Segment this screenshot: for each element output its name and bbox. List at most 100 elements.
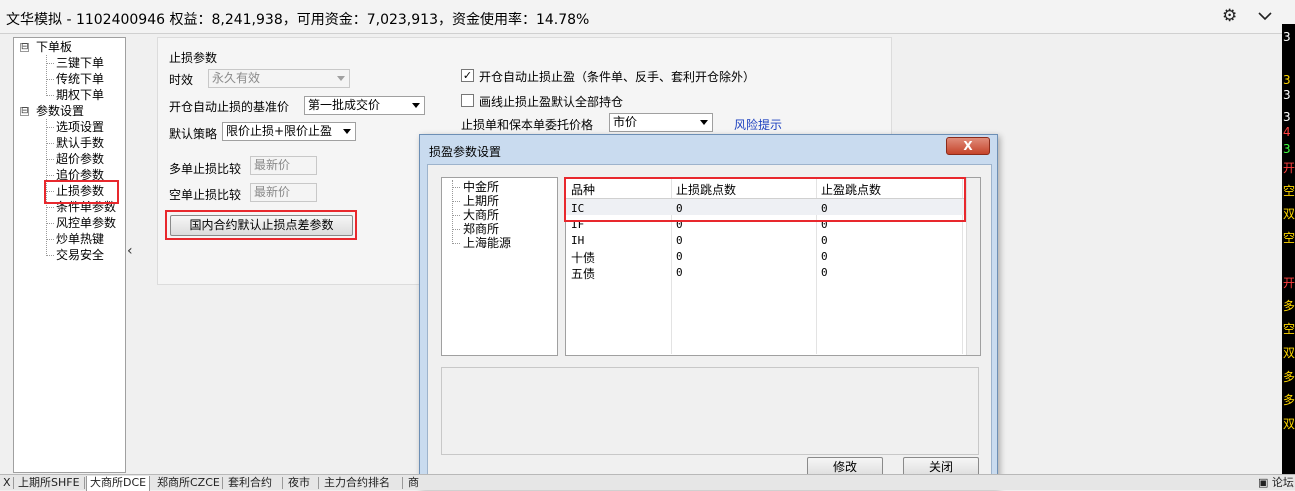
base-price-value: 第一批成交价 [308, 98, 381, 112]
strip-text: 3 [1283, 73, 1291, 87]
strip-text: 双 [1283, 207, 1295, 221]
tab-separator [402, 477, 403, 489]
tab-separator [282, 477, 283, 489]
tree-connector [46, 159, 54, 160]
tree-item-classic-order[interactable]: 传统下单 [56, 72, 104, 86]
exchange-item[interactable]: 郑商所 [463, 222, 499, 236]
strip-text: 3 [1283, 30, 1291, 44]
chevron-down-icon [343, 129, 351, 134]
strip-text: 双 [1283, 417, 1295, 431]
settings-tree: ⊟ 下单板 三键下单 传统下单 期权下单 ⊟ 参数设置 选项设置 默认手数 超价… [13, 37, 126, 473]
highlight-box [564, 177, 966, 222]
auto-stop-checkbox[interactable]: ✓ [461, 69, 474, 82]
order-price-label: 止损单和保本单委托价格 [461, 118, 594, 132]
default-strategy-value: 限价止损+限价止盈 [226, 124, 333, 138]
tab-shfe[interactable]: 上期所SHFE [18, 476, 80, 491]
strip-text: 双 [1283, 346, 1295, 360]
tree-toggle[interactable]: ⊟ [20, 43, 29, 52]
tree-connector [452, 243, 460, 244]
short-compare-label: 空单止损比较 [169, 188, 242, 202]
close-icon[interactable]: X [946, 137, 990, 155]
exchange-item[interactable]: 上海能源 [463, 236, 511, 250]
risk-hint-link[interactable]: 风险提示 [734, 116, 782, 133]
default-strategy-select[interactable]: 限价止损+限价止盈 [222, 122, 356, 141]
tree-item-options[interactable]: 选项设置 [56, 120, 104, 134]
tree-connector [46, 95, 54, 96]
tree-connector [46, 239, 54, 240]
quote-panel-edge: 3 3 3 3 4 3 开 空 双 空 开 多 空 双 多 多 双 [1282, 24, 1295, 474]
tree-connector [46, 55, 47, 96]
exchange-item[interactable]: 大商所 [463, 208, 499, 222]
default-strategy-label: 默认策略 [169, 127, 218, 141]
gear-icon[interactable]: ⚙ [1222, 7, 1240, 25]
tab-more[interactable]: 商 [408, 476, 419, 491]
tree-item-trade-security[interactable]: 交易安全 [56, 248, 104, 262]
collapse-panel-icon[interactable]: ‹ [127, 243, 133, 259]
strip-text: 开 [1283, 276, 1295, 290]
chevron-down-icon[interactable] [1257, 8, 1273, 24]
tree-item-over-price[interactable]: 超价参数 [56, 152, 104, 166]
tree-connector [452, 215, 460, 216]
tree-connector [452, 229, 460, 230]
tree-group-param-settings[interactable]: 参数设置 [36, 104, 84, 118]
auto-stop-label: 开仓自动止损止盈（条件单、反手、套利开仓除外） [479, 70, 756, 84]
stop-profit-dialog: 损盈参数设置 X 中金所 上期所 大商所 郑商所 上海能源 品种 止损跳点数 止… [419, 134, 998, 488]
tree-item-risk-control[interactable]: 风控单参数 [56, 216, 116, 230]
tab-separator [222, 477, 223, 489]
chat-icon: ▣ [1258, 476, 1269, 489]
tree-connector [46, 207, 54, 208]
highlight-box [165, 210, 357, 240]
tree-connector [452, 180, 453, 244]
validity-value: 永久有效 [212, 71, 261, 85]
tree-item-hotkeys[interactable]: 炒单热键 [56, 232, 104, 246]
tree-item-three-key-order[interactable]: 三键下单 [56, 56, 104, 70]
order-price-value: 市价 [613, 115, 638, 129]
vertical-scrollbar[interactable] [966, 178, 980, 355]
short-compare-field[interactable]: 最新价 [250, 183, 317, 202]
long-compare-field[interactable]: 最新价 [250, 156, 317, 175]
tab-separator [318, 477, 319, 489]
tab-main-ranking[interactable]: 主力合约排名 [324, 476, 390, 491]
strip-text: 4 [1283, 125, 1291, 139]
tab-czce[interactable]: 郑商所CZCE [157, 476, 220, 491]
tab-night-market[interactable]: 夜市 [288, 476, 310, 491]
base-price-select[interactable]: 第一批成交价 [304, 96, 425, 115]
validity-label: 时效 [169, 73, 194, 87]
tab-dce[interactable]: 大商所DCE [86, 476, 151, 491]
tree-connector [46, 255, 54, 256]
exchange-item[interactable]: 中金所 [463, 180, 499, 194]
tree-connector [46, 79, 54, 80]
tree-group-order-panel[interactable]: 下单板 [36, 40, 72, 54]
table-cell: IH [571, 234, 585, 247]
table-cell: 0 [821, 266, 828, 279]
forum-label: 论坛 [1271, 476, 1294, 489]
window-titlebar: 文华模拟 - 1102400946 权益：8,241,938，可用资金：7,02… [0, 0, 1295, 34]
dialog-body: 中金所 上期所 大商所 郑商所 上海能源 品种 止损跳点数 止盈跳点数 IC 0… [427, 164, 992, 482]
params-grid: 品种 止损跳点数 止盈跳点数 IC 0 0 IF 0 0 IH 0 0 十债 0… [564, 177, 981, 356]
strip-text: 3 [1283, 110, 1291, 124]
exchange-item[interactable]: 上期所 [463, 194, 499, 208]
draw-line-label: 画线止损止盈默认全部持仓 [479, 95, 624, 109]
table-cell: 0 [676, 234, 683, 247]
tree-connector [452, 187, 460, 188]
exchange-list: 中金所 上期所 大商所 郑商所 上海能源 [441, 177, 558, 356]
tab-arbitrage[interactable]: 套利合约 [228, 476, 272, 491]
order-price-select[interactable]: 市价 [609, 113, 713, 132]
strip-text: 3 [1283, 88, 1291, 102]
validity-select[interactable]: 永久有效 [208, 69, 350, 88]
tree-item-default-lots[interactable]: 默认手数 [56, 136, 104, 150]
tree-toggle[interactable]: ⊟ [20, 107, 29, 116]
tab-separator [84, 477, 85, 489]
tab-close[interactable]: X [3, 476, 11, 491]
table-cell: 五债 [571, 267, 596, 281]
strip-text: 空 [1283, 322, 1295, 336]
strip-text: 多 [1283, 370, 1295, 384]
draw-line-checkbox[interactable] [461, 94, 474, 107]
section-title: 止损参数 [169, 51, 218, 65]
table-cell: 十债 [571, 251, 596, 265]
strip-text: 多 [1283, 393, 1295, 407]
table-cell: 0 [676, 250, 683, 263]
tree-item-option-order[interactable]: 期权下单 [56, 88, 104, 102]
chevron-down-icon [700, 120, 708, 125]
forum-link[interactable]: ▣ 论坛 [1258, 476, 1294, 491]
